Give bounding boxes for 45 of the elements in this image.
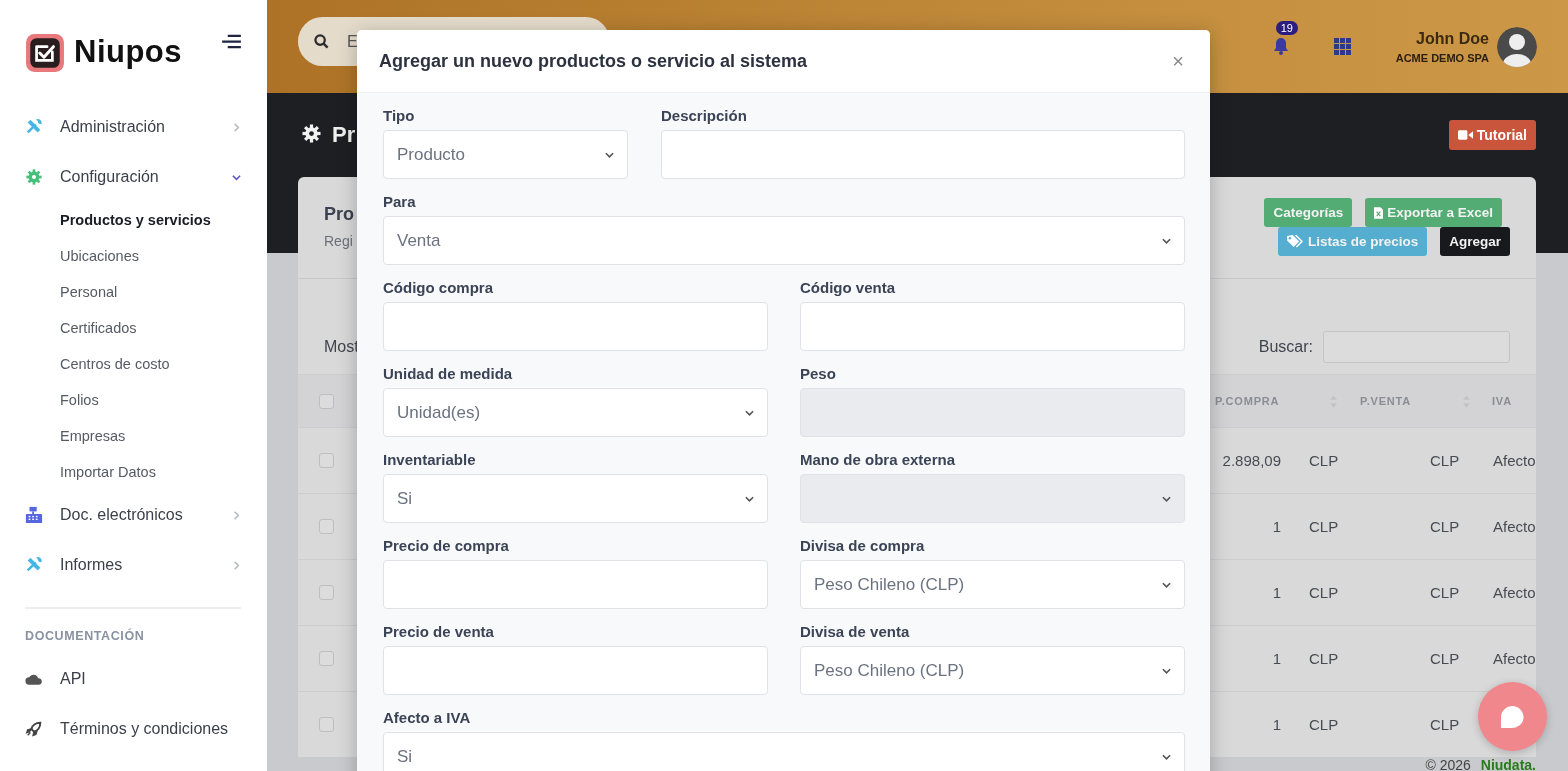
table-cell: Afecto <box>1493 584 1536 601</box>
brand-name: Niupos <box>74 34 183 70</box>
field-label: Divisa de compra <box>800 536 925 556</box>
table-cell: CLP <box>1309 650 1339 667</box>
notification-badge: 19 <box>1275 20 1298 35</box>
table-cell: CLP <box>1430 452 1460 469</box>
card-subtitle: Regi <box>324 233 354 249</box>
copyright-text: © 2026 <box>1425 757 1471 771</box>
table-cell: 1 <box>1272 518 1281 535</box>
field-label: Inventariable <box>383 450 476 470</box>
field-label: Descripción <box>661 106 747 126</box>
table-cell: Afecto <box>1493 452 1536 469</box>
field-label: Para <box>383 192 416 212</box>
modal-title: Agregar un nuevo productos o servicio al sistema <box>379 50 808 72</box>
search-label: Buscar: <box>1258 337 1313 356</box>
table-cell: CLP <box>1309 716 1339 733</box>
table-cell: CLP <box>1430 650 1460 667</box>
section-heading: DOCUMENTACIÓN <box>25 627 145 645</box>
field-label: Código venta <box>800 278 895 298</box>
table-cell: CLP <box>1309 518 1339 535</box>
company-name: ACME DEMO SPA <box>1395 51 1489 64</box>
field-label: Precio de compra <box>383 536 509 556</box>
field-label: Afecto a IVA <box>383 708 471 728</box>
table-cell: 1 <box>1272 584 1281 601</box>
table-cell: CLP <box>1309 584 1339 601</box>
table-cell: Afecto <box>1493 518 1536 535</box>
table-cell: Afecto <box>1493 650 1536 667</box>
field-label: Código compra <box>383 278 493 298</box>
table-cell: 1 <box>1272 716 1281 733</box>
user-name: John Doe <box>1416 29 1489 48</box>
field-label: Tipo <box>383 106 415 126</box>
field-label: Mano de obra externa <box>800 450 956 470</box>
field-label: Unidad de medida <box>383 364 513 384</box>
table-cell: CLP <box>1430 716 1460 733</box>
field-label: Divisa de venta <box>800 622 910 642</box>
length-label: Most <box>324 337 359 356</box>
table-cell: 2.898,09 <box>1222 452 1281 469</box>
table-cell: CLP <box>1430 518 1460 535</box>
card-title: Pro <box>324 204 354 225</box>
table-cell: CLP <box>1309 452 1339 469</box>
page-title: Pr <box>332 122 356 148</box>
table-cell: 1 <box>1272 650 1281 667</box>
field-label: Peso <box>800 364 836 384</box>
table-cell: CLP <box>1430 584 1460 601</box>
field-label: Precio de venta <box>383 622 494 642</box>
